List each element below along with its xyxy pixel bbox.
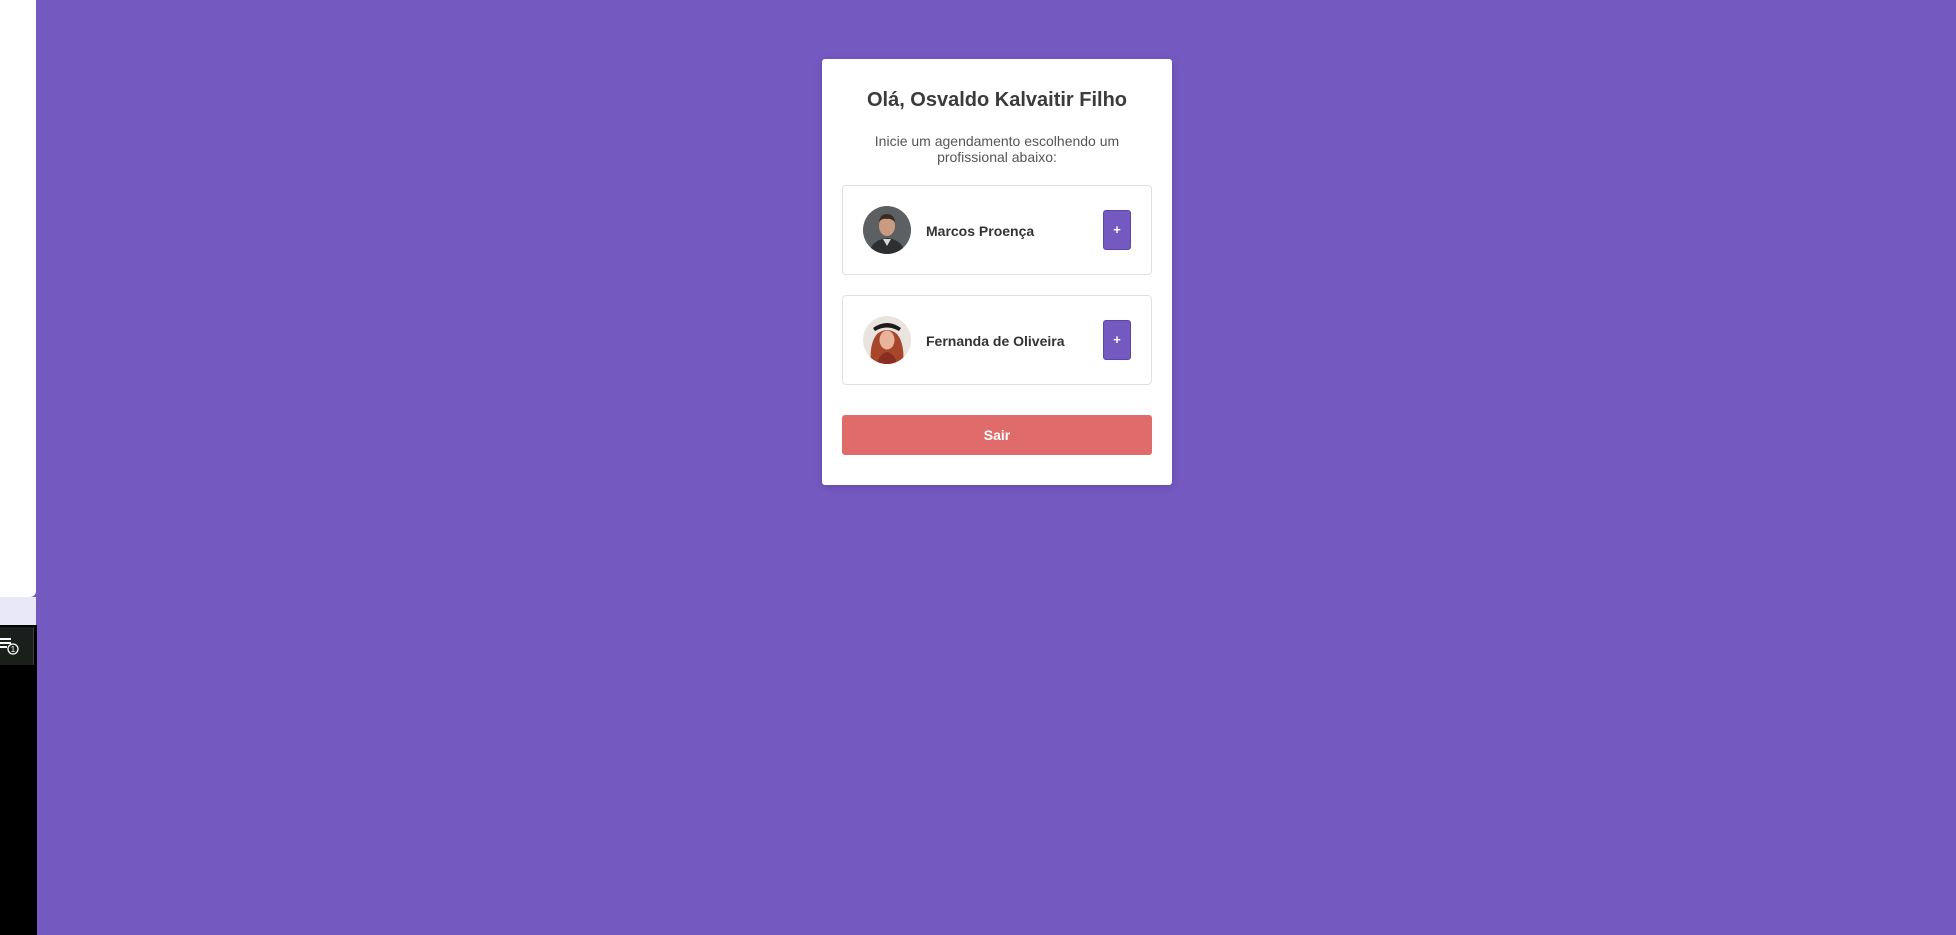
side-window-terminal: [0, 625, 37, 935]
professional-name: Marcos Proença: [926, 223, 1035, 239]
avatar: [863, 206, 911, 254]
page-subtitle: Inicie um agendamento escolhendo um prof…: [874, 133, 1120, 165]
notification-list-icon[interactable]: 1: [0, 637, 20, 655]
scheduling-card: Olá, Osvaldo Kalvaitir Filho Inicie um a…: [822, 59, 1172, 485]
avatar: [863, 316, 911, 364]
male-avatar-icon: [863, 206, 911, 254]
svg-text:1: 1: [11, 645, 16, 654]
add-appointment-button[interactable]: +: [1103, 210, 1131, 250]
side-window-divider: [0, 597, 36, 625]
add-appointment-button[interactable]: +: [1103, 320, 1131, 360]
professional-name: Fernanda de Oliveira: [926, 333, 1065, 349]
side-window-panel: [0, 0, 36, 597]
side-window-strip: 1: [0, 0, 37, 935]
side-window-toolbar[interactable]: 1: [0, 627, 34, 665]
female-avatar-icon: [863, 316, 911, 364]
page-title: Olá, Osvaldo Kalvaitir Filho: [866, 89, 1128, 111]
logout-button[interactable]: Sair: [842, 415, 1152, 455]
professional-card: Fernanda de Oliveira +: [842, 295, 1152, 385]
professional-card: Marcos Proença +: [842, 185, 1152, 275]
